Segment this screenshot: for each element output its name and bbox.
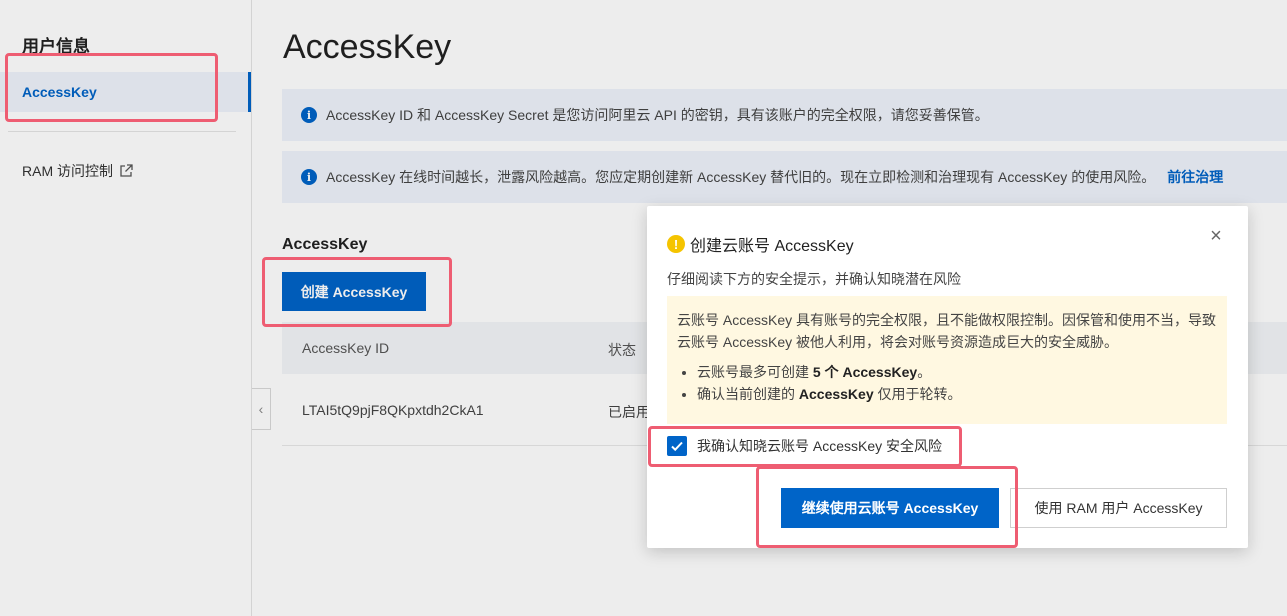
confirm-checkbox[interactable] — [667, 436, 687, 456]
dialog-title-text: 创建云账号 AccessKey — [690, 238, 854, 255]
security-notice: 云账号 AccessKey 具有账号的完全权限，且不能做权限控制。因保管和使用不… — [667, 296, 1227, 424]
create-accesskey-dialog: ! 创建云账号 AccessKey × 仔细阅读下方的安全提示，并确认知晓潜在风… — [647, 206, 1248, 548]
risk-confirm[interactable]: 我确认知晓云账号 AccessKey 安全风险 — [667, 436, 942, 456]
warning-icon: ! — [667, 235, 685, 253]
close-icon[interactable]: × — [1208, 226, 1224, 246]
confirm-label: 我确认知晓云账号 AccessKey 安全风险 — [697, 438, 943, 454]
notice-list: 云账号最多可创建 5 个 AccessKey。 确认当前创建的 AccessKe… — [677, 361, 1217, 405]
checkmark-icon — [671, 441, 683, 452]
notice-text: 云账号 AccessKey 具有账号的完全权限，且不能做权限控制。因保管和使用不… — [677, 312, 1217, 350]
notice-bullet: 确认当前创建的 AccessKey 仅用于轮转。 — [697, 383, 1217, 405]
dialog-title: ! 创建云账号 AccessKey — [667, 232, 854, 256]
continue-root-accesskey-button[interactable]: 继续使用云账号 AccessKey — [781, 488, 999, 528]
dialog-subtitle: 仔细阅读下方的安全提示，并确认知晓潜在风险 — [667, 271, 961, 287]
use-ram-user-accesskey-button[interactable]: 使用 RAM 用户 AccessKey — [1010, 488, 1227, 528]
notice-bullet: 云账号最多可创建 5 个 AccessKey。 — [697, 361, 1217, 383]
